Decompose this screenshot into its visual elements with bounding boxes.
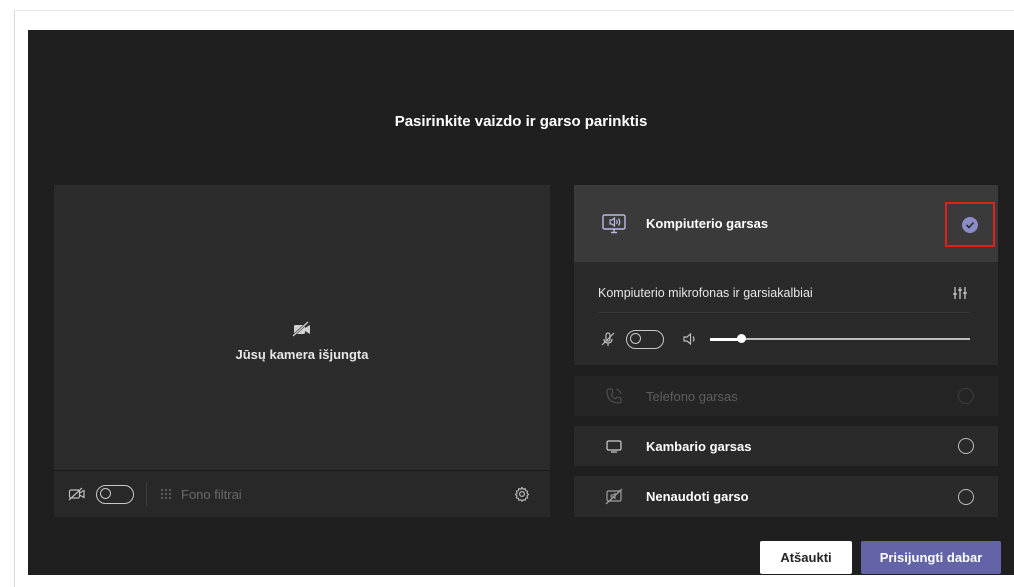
- mic-off-icon: [600, 331, 616, 347]
- checkmark-icon[interactable]: [962, 216, 978, 233]
- speaker-volume-slider[interactable]: [710, 334, 970, 343]
- selected-option-highlight: [945, 202, 995, 247]
- settings-gear-icon[interactable]: [514, 486, 530, 502]
- audio-option-room-label: Kambario garsas: [646, 438, 752, 454]
- audio-option-room[interactable]: Kambario garsas: [574, 426, 998, 466]
- computer-audio-icon: [600, 213, 628, 235]
- room-audio-radio[interactable]: [958, 438, 974, 454]
- audio-option-phone: Telefono garsas: [574, 376, 998, 416]
- volume-slider-handle[interactable]: [737, 334, 746, 343]
- video-preview: Jūsų kamera išjungta: [54, 185, 550, 470]
- toolbar-divider: [146, 482, 147, 506]
- camera-off-icon: [68, 487, 86, 501]
- audio-controls: [600, 328, 970, 350]
- cancel-button[interactable]: Atšaukti: [760, 541, 852, 574]
- pre-join-dialog: Pasirinkite vaizdo ir garso parinktis Jū…: [28, 30, 1014, 575]
- speaker-volume-icon: [682, 332, 698, 346]
- camera-toggle[interactable]: [96, 484, 134, 504]
- device-settings-sliders-icon[interactable]: [952, 286, 968, 305]
- video-preview-panel: Jūsų kamera išjungta Fono filtrai: [54, 185, 550, 517]
- toggle-knob: [630, 333, 641, 344]
- no-audio-radio[interactable]: [958, 488, 974, 505]
- settings-divider: [598, 312, 970, 313]
- audio-device-label: Kompiuterio mikrofonas ir garsiakalbiai: [598, 286, 813, 300]
- video-toolbar: Fono filtrai: [54, 470, 550, 517]
- background-filters-button[interactable]: Fono filtrai: [181, 487, 242, 502]
- phone-audio-radio: [958, 388, 974, 404]
- room-audio-icon: [600, 438, 628, 454]
- microphone-toggle[interactable]: [626, 329, 664, 349]
- dialog-title: Pasirinkite vaizdo ir garso parinktis: [394, 113, 648, 130]
- camera-off-icon: [292, 321, 312, 339]
- audio-option-computer-label: Kompiuterio garsas: [646, 216, 769, 231]
- audio-option-none[interactable]: Nenaudoti garso: [574, 476, 998, 517]
- audio-option-phone-label: Telefono garsas: [646, 388, 738, 404]
- audio-option-computer[interactable]: Kompiuterio garsas: [574, 185, 998, 262]
- no-audio-icon: [600, 488, 628, 506]
- toggle-knob: [100, 488, 111, 499]
- join-now-button[interactable]: Prisijungti dabar: [861, 541, 1001, 574]
- computer-audio-settings: Kompiuterio mikrofonas ir garsiakalbiai: [574, 262, 998, 365]
- audio-option-none-label: Nenaudoti garso: [646, 489, 749, 504]
- camera-status-text: Jūsų kamera išjungta: [235, 347, 369, 362]
- phone-audio-icon: [600, 387, 628, 405]
- background-filters-icon: [159, 487, 173, 501]
